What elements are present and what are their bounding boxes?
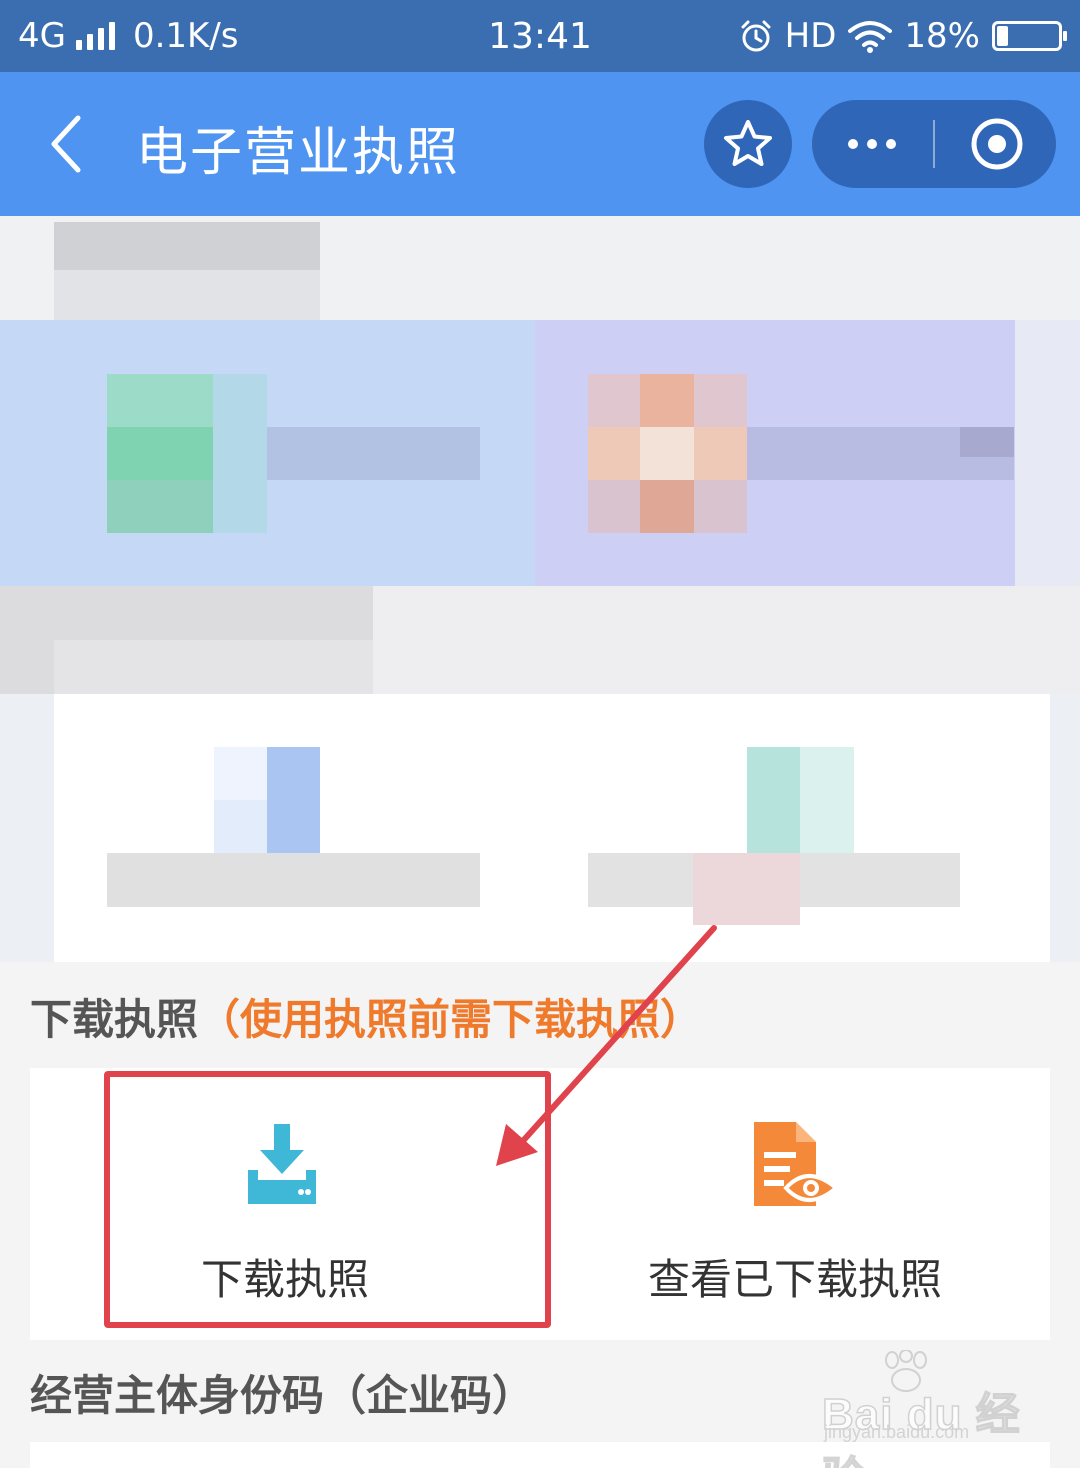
mini-program-capsule [812,100,1056,188]
hd-indicator: HD [784,16,837,56]
status-right: HD 18% [739,16,1067,56]
battery-fill [997,26,1008,46]
page-title: 电子营业执照 [136,123,461,183]
battery-percent: 18% [904,16,980,56]
watermark-site: jingyan.baidu.com [824,1422,970,1442]
download-card: 下载执照 查看已下载执照 [30,1068,1050,1340]
document-eye-icon [754,1122,840,1206]
view-downloaded-button[interactable]: 查看已下载执照 [540,1068,1050,1340]
download-license-button[interactable]: 下载执照 [30,1068,540,1340]
more-dots-icon [848,139,858,149]
status-bar: 4G 0.1K/s 13:41 HD 18% [0,0,1080,72]
capsule-divider [933,120,935,168]
download-note: （使用执照前需下载执照） [198,995,703,1044]
chevron-left-icon [51,115,81,173]
identity-section-heading: 经营主体身份码（企业码） [30,1371,535,1420]
download-heading-text: 下载执照 [30,995,199,1044]
target-circle-icon [971,118,1023,170]
view-downloaded-label: 查看已下载执照 [647,1255,942,1304]
more-button[interactable] [812,100,932,188]
close-button[interactable] [938,100,1056,188]
baidu-watermark: Bai du 经验 jingyan.baidu.com [821,1350,1022,1468]
download-license-label: 下载执照 [200,1255,369,1304]
back-button[interactable] [38,108,98,180]
download-section-heading: 下载执照（使用执照前需下载执照） [30,986,702,1047]
battery-icon [992,21,1067,51]
favorite-button[interactable] [704,100,792,188]
nav-bar: 电子营业执照 [0,72,1080,216]
alarm-icon [741,20,771,52]
censored-license-area [0,216,1080,962]
wifi-icon [848,21,893,53]
download-tray-icon [248,1124,316,1204]
star-icon [724,120,772,166]
